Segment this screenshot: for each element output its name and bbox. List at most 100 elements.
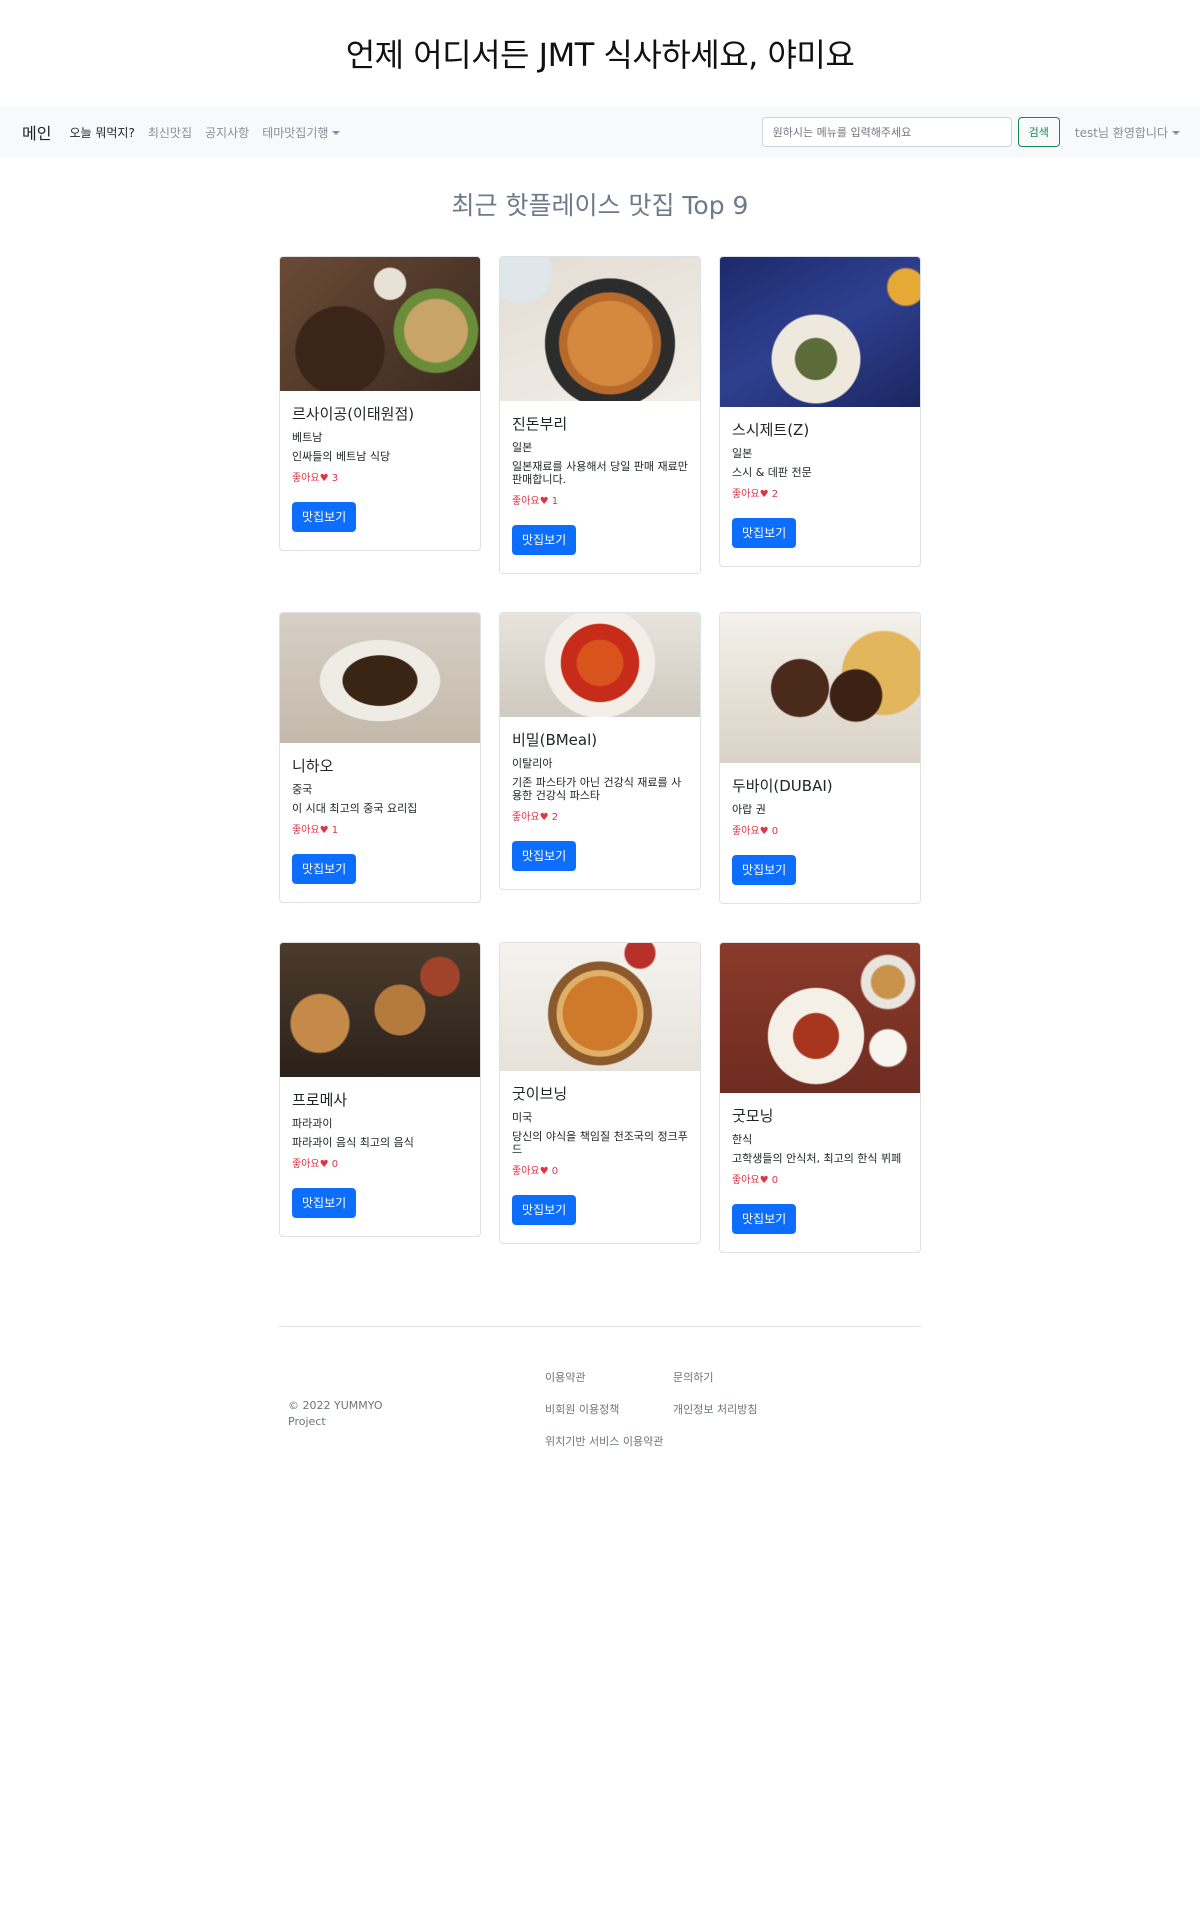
footer-link-guest-policy[interactable]: 비회원 이용정책 <box>545 1402 673 1418</box>
nav-link-latest[interactable]: 최신맛집 <box>148 124 192 141</box>
search-input[interactable] <box>761 117 1012 147</box>
heart-icon: ♥ <box>319 1159 332 1170</box>
like-count: 0 <box>331 1159 339 1170</box>
restaurant-card: 두바이(DUBAI) 아랍 권좋아요♥ 0 맛집보기 <box>719 612 921 904</box>
restaurant-photo-bmeal <box>500 613 700 717</box>
restaurant-card: 비밀(BMeal) 이탈리아 기존 파스타가 아닌 건강식 재료를 사용한 건강식 … <box>499 612 701 890</box>
like-count: 0 <box>771 826 779 837</box>
card-body: 르사이공(이태원점) 베트남 인싸들의 베트남 식당 좋아요♥ 3 맛집보기 <box>280 391 480 550</box>
card-title: 비밀(BMeal) <box>512 731 598 749</box>
user-menu[interactable]: test님 환영합니다 <box>1075 124 1180 141</box>
footer-link-terms[interactable]: 이용약관 <box>545 1370 673 1386</box>
section-title: 최근 핫플레이스 맛집 Top 9 <box>451 191 749 220</box>
restaurant-card: 니하오중국이 시대 최고의 중국 요리집좋아요♥ 1 맛집보기 <box>279 612 481 903</box>
restaurant-photo-good-evening <box>500 943 700 1071</box>
card-description: 일본재료를 사용해서 당일 판매 재료만 판매합니다. <box>512 460 688 486</box>
card-description: 파라과이 음식 최고의 음식 <box>292 1136 414 1149</box>
restaurant-card: 굿이브닝 미국 당신의 야식을 책임질 천조국의 정크푸드 좋아요♥ 0 맛집보기 <box>499 942 701 1244</box>
like-label: 좋아요 <box>732 1175 760 1186</box>
site-title: 언제 어디서든 JMT 식사하세요, 야미요 <box>345 36 855 74</box>
card-title: 프로메사 <box>292 1091 348 1109</box>
restaurant-card: 프로메사파라과이파라과이 음식 최고의 음식좋아요♥ 0 맛집보기 <box>279 942 481 1237</box>
view-restaurant-button[interactable]: 맛집보기 <box>512 841 577 871</box>
card-category: 한식 <box>732 1133 753 1146</box>
card-description: 기존 파스타가 아닌 건강식 재료를 사용한 건강식 파스타 <box>512 776 682 802</box>
card-likes: 좋아요♥ 0 <box>732 822 908 837</box>
card-category: 파라과이 <box>292 1117 333 1130</box>
card-body: 진돈부리일본일본재료를 사용해서 당일 판매 재료만 판매합니다. 좋아요♥ 1 맛… <box>500 401 700 573</box>
card-body: 프로메사파라과이파라과이 음식 최고의 음식좋아요♥ 0 맛집보기 <box>280 1077 480 1236</box>
card-likes: 좋아요♥ 0 <box>292 1155 468 1170</box>
restaurant-card: 르사이공(이태원점) 베트남 인싸들의 베트남 식당 좋아요♥ 3 맛집보기 <box>279 256 481 551</box>
card-category: 일본 <box>512 441 533 454</box>
view-restaurant-button[interactable]: 맛집보기 <box>292 1188 357 1218</box>
like-label: 좋아요 <box>732 826 760 837</box>
card-title: 굿모닝 <box>732 1107 774 1125</box>
view-restaurant-button[interactable]: 맛집보기 <box>732 1204 797 1234</box>
like-label: 좋아요 <box>732 489 760 500</box>
nav-link-notice[interactable]: 공지사항 <box>205 124 249 141</box>
search-button[interactable]: 검색 <box>1017 117 1060 147</box>
heart-icon: ♥ <box>759 826 772 837</box>
heart-icon: ♥ <box>759 489 772 500</box>
restaurant-card: 스시제트(Z) 일본 스시 & 데판 전문 좋아요♥ 2 맛집보기 <box>719 256 921 567</box>
restaurant-photo-jindonburi <box>500 257 700 401</box>
heart-icon: ♥ <box>319 473 332 484</box>
restaurant-photo-dubai <box>720 613 920 763</box>
card-description: 이 시대 최고의 중국 요리집 <box>292 802 418 815</box>
card-description: 인싸들의 베트남 식당 <box>292 450 391 463</box>
restaurant-photo-le-saigon <box>280 257 480 391</box>
caret-down-icon <box>1172 131 1180 135</box>
card-title: 진돈부리 <box>512 415 568 433</box>
card-description: 스시 & 데판 전문 <box>732 466 812 479</box>
card-likes: 좋아요♥ 1 <box>512 492 688 507</box>
user-greeting: test님 환영합니다 <box>1074 125 1168 140</box>
nav-dropdown-theme[interactable]: 테마맛집기행 <box>262 124 341 141</box>
like-label: 좋아요 <box>292 825 320 836</box>
view-restaurant-button[interactable]: 맛집보기 <box>732 855 797 885</box>
card-body: 스시제트(Z) 일본 스시 & 데판 전문 좋아요♥ 2 맛집보기 <box>720 407 920 566</box>
view-restaurant-button[interactable]: 맛집보기 <box>292 854 357 884</box>
view-restaurant-button[interactable]: 맛집보기 <box>512 525 577 555</box>
nav-link-today[interactable]: 오늘 뭐먹지? <box>69 124 134 141</box>
footer-link-location-terms[interactable]: 위치기반 서비스 이용약관 <box>545 1434 673 1450</box>
card-title: 굿이브닝 <box>512 1085 568 1103</box>
heart-icon: ♥ <box>319 825 332 836</box>
like-label: 좋아요 <box>512 812 540 823</box>
card-body: 비밀(BMeal) 이탈리아 기존 파스타가 아닌 건강식 재료를 사용한 건강식 … <box>500 717 700 889</box>
navbar: 메인 오늘 뭐먹지? 최신맛집 공지사항 테마맛집기행 검색 test님 환영합… <box>0 106 1200 158</box>
restaurant-card: 굿모닝 한식 고학생들의 안식처, 최고의 한식 뷔페 좋아요♥ 0 맛집보기 <box>719 942 921 1253</box>
card-category: 일본 <box>732 447 753 460</box>
like-label: 좋아요 <box>512 496 540 507</box>
card-category: 미국 <box>512 1111 533 1124</box>
heart-icon: ♥ <box>539 496 552 507</box>
like-count: 2 <box>771 489 779 500</box>
footer-divider <box>279 1326 921 1327</box>
card-likes: 좋아요♥ 2 <box>732 485 908 500</box>
card-body: 니하오중국이 시대 최고의 중국 요리집좋아요♥ 1 맛집보기 <box>280 743 480 902</box>
view-restaurant-button[interactable]: 맛집보기 <box>732 518 797 548</box>
like-count: 1 <box>331 825 339 836</box>
card-likes: 좋아요♥ 1 <box>292 821 468 836</box>
heart-icon: ♥ <box>539 1166 552 1177</box>
view-restaurant-button[interactable]: 맛집보기 <box>512 1195 577 1225</box>
footer-link-privacy[interactable]: 개인정보 처리방침 <box>673 1402 801 1418</box>
heart-icon: ♥ <box>759 1175 772 1186</box>
restaurant-photo-nihao <box>280 613 480 743</box>
card-category: 중국 <box>292 783 313 796</box>
card-body: 굿이브닝 미국 당신의 야식을 책임질 천조국의 정크푸드 좋아요♥ 0 맛집보기 <box>500 1071 700 1243</box>
card-title: 두바이(DUBAI) <box>732 777 833 795</box>
restaurant-photo-sushi-z <box>720 257 920 407</box>
card-body: 두바이(DUBAI) 아랍 권좋아요♥ 0 맛집보기 <box>720 763 920 903</box>
restaurant-grid: 르사이공(이태원점) 베트남 인싸들의 베트남 식당 좋아요♥ 3 맛집보기 진돈부리 일본… <box>279 256 921 1253</box>
footer-link-contact[interactable]: 문의하기 <box>673 1370 801 1386</box>
like-count: 0 <box>551 1166 559 1177</box>
view-restaurant-button[interactable]: 맛집보기 <box>292 502 357 532</box>
like-label: 좋아요 <box>512 1166 540 1177</box>
like-count: 1 <box>551 496 559 507</box>
nav-right: 검색 test님 환영합니다 <box>761 106 1180 158</box>
card-title: 니하오 <box>292 757 334 775</box>
nav-brand-home[interactable]: 메인 <box>22 120 51 144</box>
card-category: 아랍 권 <box>732 803 766 816</box>
like-count: 2 <box>551 812 559 823</box>
